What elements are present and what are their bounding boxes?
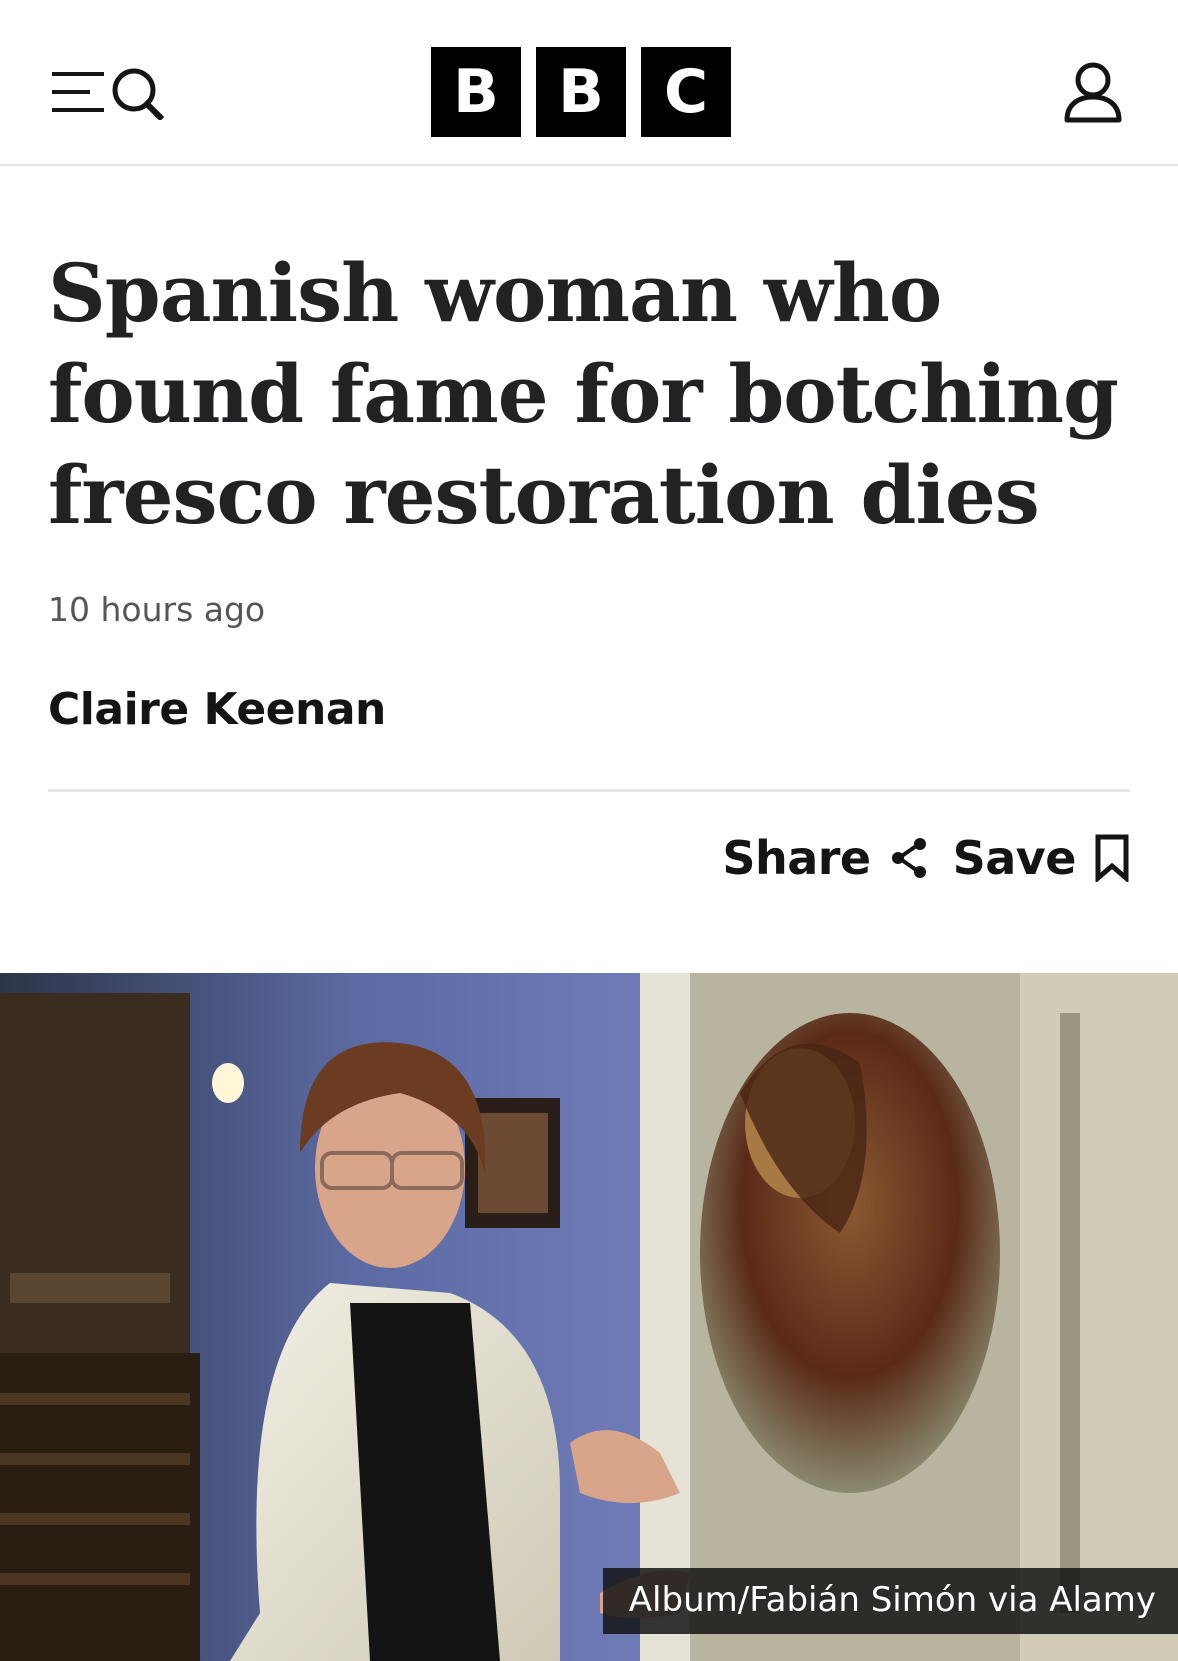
save-button[interactable]: Save xyxy=(953,831,1130,885)
article-author: Claire Keenan xyxy=(48,684,386,735)
image-caption: Album/Fabián Simón via Alamy xyxy=(602,1568,1178,1634)
share-icon xyxy=(891,838,926,878)
article-headline: Spanish woman who found fame for botchin… xyxy=(48,246,1119,542)
logo-letter: B xyxy=(536,47,626,137)
top-navigation-bar: B B C xyxy=(0,0,1178,166)
account-icon[interactable] xyxy=(1062,60,1124,124)
bookmark-icon xyxy=(1095,834,1129,882)
logo-letter: C xyxy=(641,47,731,137)
article-hero-image: Album/Fabián Simón via Alamy xyxy=(0,973,1178,1661)
bbc-logo[interactable]: B B C xyxy=(431,47,731,137)
article-actions: Share Save xyxy=(722,828,1130,888)
article-timestamp: 10 hours ago xyxy=(48,590,266,629)
menu-icon[interactable] xyxy=(52,66,104,118)
share-button[interactable]: Share xyxy=(722,831,928,885)
byline-divider xyxy=(48,789,1130,792)
menu-search-button[interactable] xyxy=(52,60,172,124)
church-fresco-photo xyxy=(0,973,1178,1661)
logo-letter: B xyxy=(431,47,521,137)
share-label: Share xyxy=(722,831,871,885)
save-label: Save xyxy=(952,831,1077,885)
search-icon[interactable] xyxy=(110,64,166,120)
